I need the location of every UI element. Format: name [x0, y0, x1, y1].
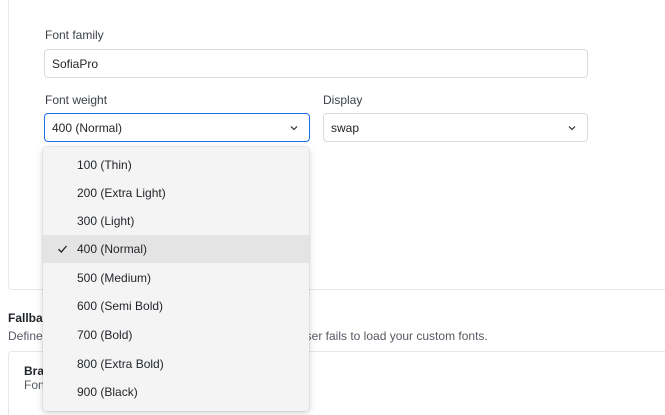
check-icon: [58, 245, 67, 253]
font-weight-menu: 100 (Thin) 200 (Extra Light) 300 (Light)…: [43, 147, 309, 411]
menu-item-label: 600 (Semi Bold): [77, 299, 164, 313]
menu-item-800[interactable]: 800 (Extra Bold): [43, 350, 309, 378]
font-family-value: SofiaPro: [52, 56, 99, 71]
font-weight-label: Font weight: [45, 93, 108, 107]
menu-item-200[interactable]: 200 (Extra Light): [43, 179, 309, 207]
menu-item-900[interactable]: 900 (Black): [43, 378, 309, 406]
menu-item-500[interactable]: 500 (Medium): [43, 264, 309, 292]
menu-item-label: 500 (Medium): [77, 271, 152, 285]
menu-item-600[interactable]: 600 (Semi Bold): [43, 292, 309, 320]
display-label: Display: [323, 93, 363, 107]
fallback-description-left: Define: [8, 329, 43, 343]
fallback-description-right: wser fails to load your custom fonts.: [297, 329, 488, 343]
menu-item-100[interactable]: 100 (Thin): [43, 151, 309, 179]
menu-item-label: 400 (Normal): [77, 242, 148, 256]
chevron-down-icon: [568, 126, 576, 131]
display-select[interactable]: swap: [323, 113, 588, 142]
menu-item-label: 900 (Black): [77, 385, 138, 399]
menu-item-label: 700 (Bold): [77, 328, 133, 342]
menu-item-700[interactable]: 700 (Bold): [43, 321, 309, 349]
menu-item-400[interactable]: 400 (Normal): [43, 235, 309, 263]
font-weight-value: 400 (Normal): [52, 120, 123, 135]
font-weight-select[interactable]: 400 (Normal): [44, 113, 310, 142]
menu-item-300[interactable]: 300 (Light): [43, 207, 309, 235]
menu-item-label: 300 (Light): [77, 214, 135, 228]
chevron-down-icon: [290, 126, 298, 131]
font-family-input[interactable]: SofiaPro: [44, 49, 588, 78]
font-family-label: Font family: [45, 28, 104, 42]
menu-item-label: 800 (Extra Bold): [77, 357, 164, 371]
menu-item-label: 100 (Thin): [77, 158, 132, 172]
display-value: swap: [331, 120, 360, 135]
page: Font family SofiaPro Font weight 400 (No…: [0, 0, 665, 415]
menu-item-label: 200 (Extra Light): [77, 186, 166, 200]
